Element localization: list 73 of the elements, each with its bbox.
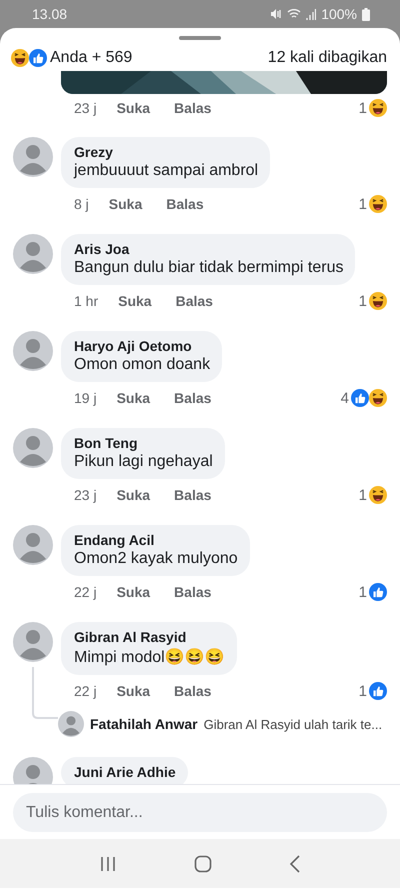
reaction-count: 1 xyxy=(358,196,367,212)
comment-time: 22 j xyxy=(74,584,97,600)
haha-icon xyxy=(369,195,387,213)
battery-icon xyxy=(362,8,370,20)
reaction-count: 4 xyxy=(340,390,349,406)
comment-time: 19 j xyxy=(74,390,97,406)
reply-link[interactable]: Balas xyxy=(174,100,212,116)
commenter-name[interactable]: Haryo Aji Oetomo xyxy=(74,338,210,354)
haha-icon xyxy=(11,49,29,67)
status-time: 13.08 xyxy=(32,6,68,22)
battery-percent: 100% xyxy=(321,6,357,22)
reaction-count: 1 xyxy=(358,486,367,504)
like-link[interactable]: Suka xyxy=(116,100,150,116)
reply-link[interactable]: Balas xyxy=(166,196,204,212)
avatar-icon xyxy=(13,137,53,177)
comment-text: jembuuuut sampai ambrol xyxy=(74,162,258,180)
comment-text: Mimpi modol😆😆😆 xyxy=(74,647,225,667)
avatar-icon xyxy=(13,622,53,662)
reply-link[interactable]: Balas xyxy=(174,390,212,406)
reply-preview-text[interactable]: Gibran Al Rasyid ulah tarik te... xyxy=(204,716,382,732)
like-link[interactable]: Suka xyxy=(116,584,150,600)
reaction-count: 1 xyxy=(358,100,367,116)
avatar-icon xyxy=(13,428,53,468)
like-link[interactable]: Suka xyxy=(118,293,152,309)
comment-input[interactable]: Tulis komentar... xyxy=(13,793,387,832)
reaction-count: 1 xyxy=(358,292,367,310)
back-icon[interactable] xyxy=(289,854,302,872)
avatar-icon xyxy=(13,525,53,565)
commenter-name[interactable]: Grezy xyxy=(74,144,258,160)
drag-handle[interactable] xyxy=(179,36,221,40)
like-icon xyxy=(369,682,387,700)
comment-time: 8 j xyxy=(74,196,89,212)
signal-icon xyxy=(306,8,316,20)
like-icon xyxy=(351,389,369,407)
comment-text: Pikun lagi ngehayal xyxy=(74,453,213,471)
reply-author[interactable]: Fatahilah Anwar xyxy=(90,716,198,732)
avatar-icon xyxy=(13,331,53,371)
comment-text: Omon2 kayak mulyono xyxy=(74,550,238,568)
comment-text: Bangun dulu biar tidak bermimpi terus xyxy=(74,259,344,277)
haha-icon xyxy=(369,292,387,310)
share-count[interactable]: 12 kali dibagikan xyxy=(268,49,387,67)
wifi-icon xyxy=(287,8,302,20)
recent-apps-icon[interactable] xyxy=(98,856,117,872)
reaction-count: 1 xyxy=(358,584,367,600)
reaction-count: 1 xyxy=(358,682,367,700)
commenter-name[interactable]: Juni Arie Adhie xyxy=(74,764,176,780)
comment-time: 22 j xyxy=(74,683,97,699)
comment-text: Omon omon doank xyxy=(74,356,210,374)
like-link[interactable]: Suka xyxy=(116,390,150,406)
haha-icon xyxy=(369,389,387,407)
avatar-icon xyxy=(13,234,53,274)
haha-icon xyxy=(369,486,387,504)
comment-time: 23 j xyxy=(74,487,97,503)
reply-link[interactable]: Balas xyxy=(174,584,212,600)
like-link[interactable]: Suka xyxy=(116,683,150,699)
reply-link[interactable]: Balas xyxy=(176,293,213,309)
avatar-icon xyxy=(58,711,84,737)
commenter-name[interactable]: Gibran Al Rasyid xyxy=(74,629,225,645)
commenter-name[interactable]: Endang Acil xyxy=(74,532,238,548)
like-icon xyxy=(29,49,47,67)
like-link[interactable]: Suka xyxy=(108,196,142,212)
reaction-summary[interactable]: Anda + 569 xyxy=(50,49,132,67)
commenter-name[interactable]: Bon Teng xyxy=(74,435,213,451)
reply-link[interactable]: Balas xyxy=(174,683,212,699)
home-icon[interactable] xyxy=(194,854,212,872)
comment-time: 1 hr xyxy=(74,293,98,309)
haha-icon xyxy=(369,99,387,117)
mute-icon xyxy=(270,8,282,20)
like-link[interactable]: Suka xyxy=(116,487,150,503)
like-icon xyxy=(369,583,387,601)
reply-link[interactable]: Balas xyxy=(174,487,212,503)
comment-time: 23 j xyxy=(74,100,97,116)
commenter-name[interactable]: Aris Joa xyxy=(74,241,344,257)
